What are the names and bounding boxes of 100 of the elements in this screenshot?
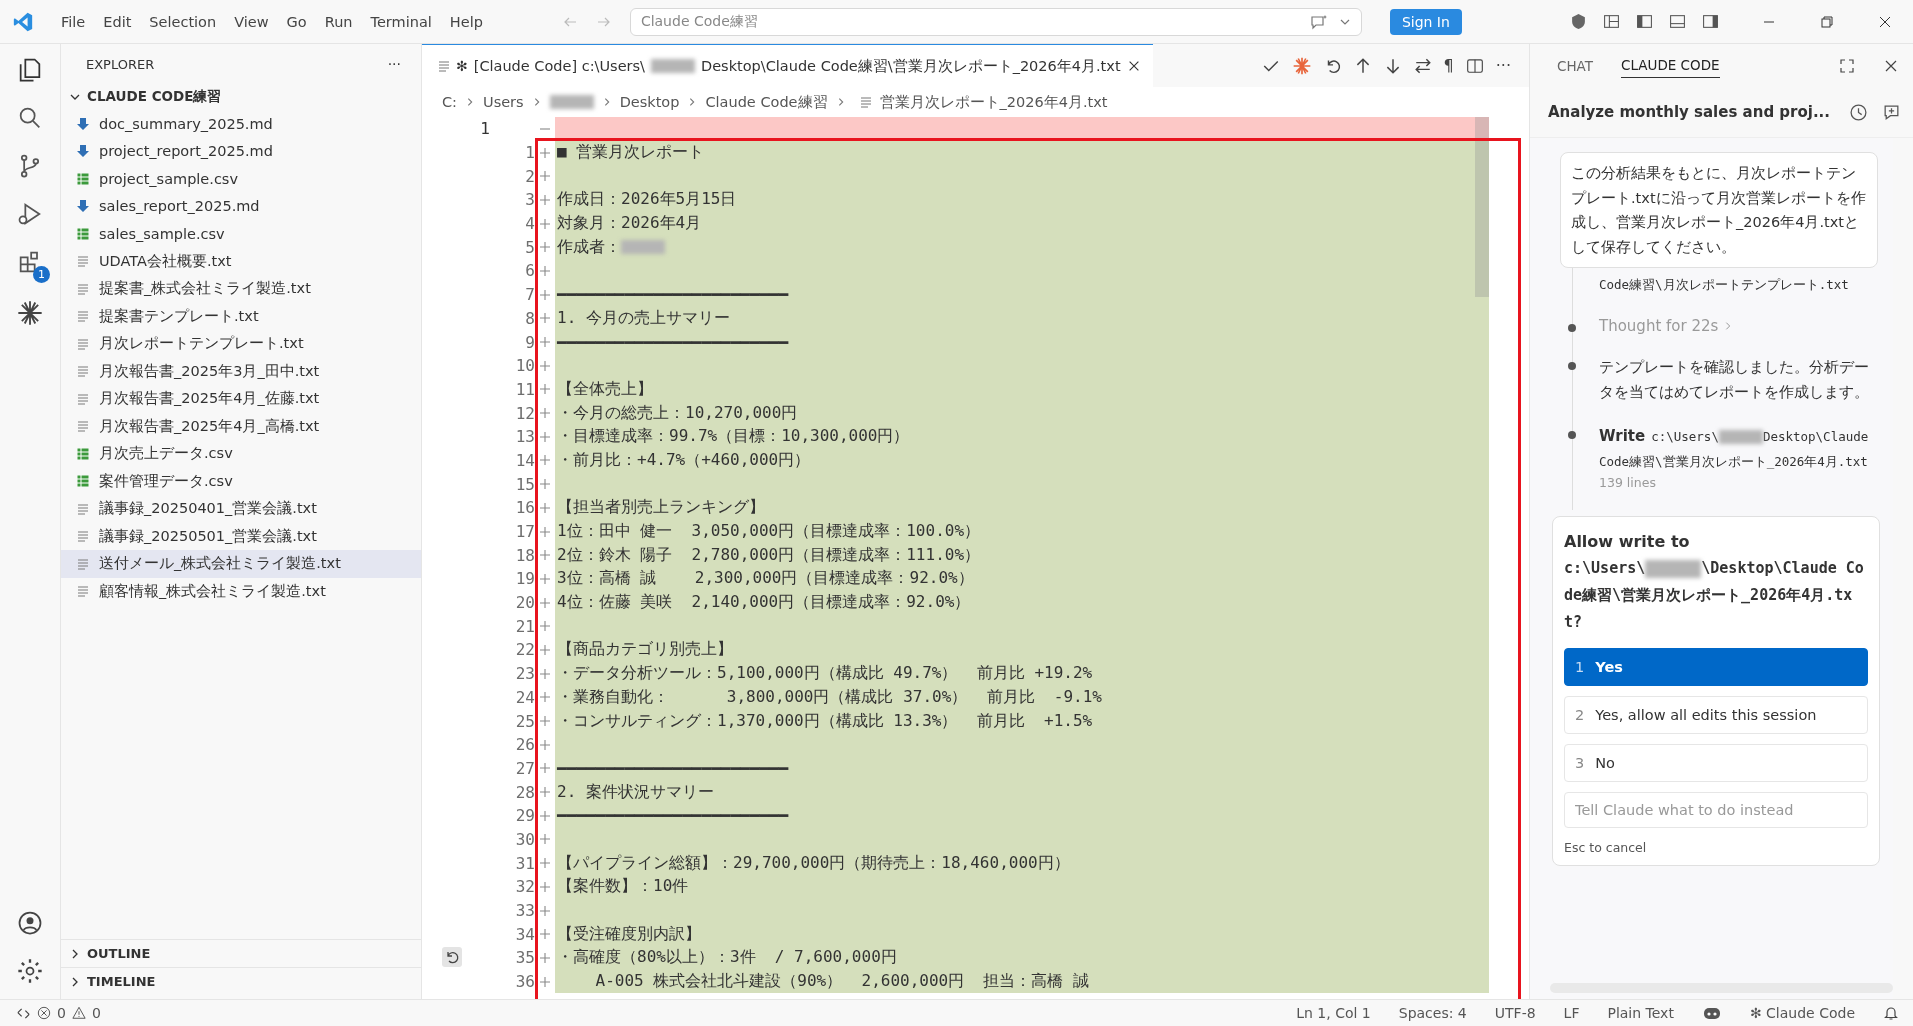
plus-icon [539, 572, 551, 585]
explorer-entry[interactable]: sales_report_2025.md [61, 192, 421, 220]
lines-icon [77, 282, 89, 295]
status-item[interactable]: Ln 1, Col 1 [1296, 1005, 1371, 1021]
plus-icon [539, 454, 551, 467]
toggle-secondary-sidebar-icon[interactable] [1702, 13, 1719, 30]
status-item[interactable]: Spaces: 4 [1398, 1005, 1467, 1021]
breadcrumb-item[interactable]: Desktop [619, 94, 680, 110]
chat-sparkle-icon[interactable] [1308, 13, 1329, 30]
explorer-entry[interactable]: 議事録_20250501_営業会議.txt [61, 522, 421, 550]
status-item[interactable]: UTF-8 [1494, 1005, 1536, 1021]
scrollbar[interactable] [1475, 117, 1489, 297]
explorer-entry[interactable]: project_sample.csv [61, 165, 421, 193]
account-icon[interactable] [16, 909, 44, 937]
panel-section-header[interactable]: OUTLINE [61, 939, 421, 967]
editor-tab[interactable]: ✻ [Claude Code] c:\Users\ Desktop\Claude Code練習\営業月次レポート_2026年4月.txt [422, 43, 1153, 88]
plus-icon [539, 786, 551, 799]
error-count[interactable]: 0 [57, 1005, 66, 1021]
layout-icon[interactable] [1603, 13, 1620, 30]
explorer-entry[interactable]: 月次報告書_2025年4月_高橋.txt [61, 412, 421, 440]
folder-item[interactable]: CLAUDE CODE練習 [61, 84, 421, 110]
table-icon [77, 227, 89, 240]
asterisk-icon[interactable] [16, 299, 44, 327]
menu-item[interactable]: Run [315, 13, 362, 30]
panel-section-header[interactable]: TIMELINE [61, 967, 421, 995]
whitespace-toggle[interactable]: ¶ [1443, 56, 1454, 75]
more-actions-button[interactable]: ··· [387, 56, 401, 72]
lines-icon [77, 310, 89, 323]
line-number: 11 [514, 379, 535, 399]
file-path: Code練習\月次レポートテンプレート.txt [1599, 277, 1849, 292]
explorer-entry[interactable]: 案件管理データ.csv [61, 467, 421, 495]
status-item[interactable]: ✻ Claude Code [1749, 1005, 1855, 1021]
line-number: 5 [524, 237, 535, 257]
explorer-entry[interactable]: project_report_2025.md [61, 137, 421, 165]
plus-icon [539, 857, 551, 870]
plus-icon [539, 975, 551, 988]
explorer-entry[interactable]: 提案書_株式会社ミライ製造.txt [61, 275, 421, 303]
explorer-entry[interactable]: doc_summary_2025.md [61, 110, 421, 138]
explorer-entry[interactable]: sales_sample.csv [61, 220, 421, 248]
option-button[interactable]: 2 Yes, allow all edits this session [1564, 696, 1868, 734]
plus-icon [539, 217, 551, 230]
sign-in-button[interactable]: Sign In [1389, 8, 1462, 35]
menu-item[interactable]: Terminal [361, 13, 441, 30]
plus-icon [539, 928, 551, 941]
line-number: 7 [524, 285, 535, 305]
explorer-entry[interactable]: UDATA会社概要.txt [61, 247, 421, 275]
more-actions-button[interactable]: ··· [1495, 56, 1511, 75]
line-number: 24 [514, 687, 535, 707]
instruction-input[interactable]: Tell Claude what to do instead [1564, 792, 1868, 828]
breadcrumb-item[interactable]: Users [483, 94, 524, 110]
shield-icon[interactable] [1570, 13, 1587, 30]
table-icon [77, 475, 89, 488]
plus-icon [539, 951, 551, 964]
bell-icon[interactable] [1883, 1005, 1899, 1021]
command-center-field[interactable]: Claude Code練習 [629, 7, 1362, 36]
line-number: 17 [514, 522, 535, 542]
status-item[interactable]: Plain Text [1607, 1005, 1674, 1021]
panel-tab[interactable]: CLAUDE CODE [1621, 53, 1720, 78]
menu-item[interactable]: Edit [94, 13, 141, 30]
chevron-icon [465, 97, 475, 107]
swap-icon[interactable] [1413, 56, 1432, 75]
lines-icon [77, 502, 89, 515]
menu-item[interactable]: File [52, 13, 95, 30]
explorer-entry[interactable]: 月次売上データ.csv [61, 440, 421, 468]
line-number: 4 [524, 214, 535, 234]
warning-count[interactable]: 0 [91, 1005, 101, 1021]
explorer-entry[interactable]: 月次報告書_2025年3月_田中.txt [61, 357, 421, 385]
line-number: 18 [514, 545, 535, 565]
explorer-entry[interactable]: 顧客情報_株式会社ミライ製造.txt [61, 577, 421, 605]
explorer-entry[interactable]: 議事録_20250401_営業会議.txt [61, 495, 421, 523]
option-button[interactable]: 1 Yes [1564, 648, 1868, 686]
lines-icon [438, 60, 450, 72]
copilot-icon[interactable] [1701, 1005, 1722, 1021]
error-icon [37, 1006, 51, 1020]
menu-item[interactable]: Help [440, 13, 492, 30]
toggle-panel-icon[interactable] [1669, 13, 1686, 30]
line-number: 19 [514, 569, 535, 589]
menu-item[interactable]: View [225, 13, 278, 30]
explorer-entry[interactable]: 送付メール_株式会社ミライ製造.txt [61, 550, 421, 578]
menu-item[interactable]: Selection [140, 13, 226, 30]
line-number: 3 [524, 190, 535, 210]
split-editor-icon[interactable] [1465, 56, 1484, 75]
maximize-icon[interactable] [1839, 57, 1855, 74]
explorer-entry[interactable]: 提案書テンプレート.txt [61, 302, 421, 330]
panel-tab[interactable]: CHAT [1557, 53, 1593, 78]
undo-icon[interactable] [442, 947, 462, 967]
explorer-entry[interactable]: 月次レポートテンプレート.txt [61, 330, 421, 358]
explorer-entry[interactable]: 月次報告書_2025年4月_佐藤.txt [61, 385, 421, 413]
settings-icon[interactable] [16, 957, 44, 985]
line-number: 10 [514, 356, 535, 376]
redaction-mark [549, 95, 594, 109]
breadcrumb-item[interactable]: Claude Code練習 [705, 92, 828, 112]
toggle-sidebar-icon[interactable] [1636, 13, 1653, 30]
menu-item[interactable]: Go [277, 13, 316, 30]
breadcrumb-item[interactable]: C: [442, 94, 457, 110]
status-item[interactable]: LF [1563, 1005, 1580, 1021]
history-icon[interactable] [1849, 102, 1868, 122]
restore-icon[interactable] [1819, 13, 1835, 30]
breadcrumb-item[interactable]: 営業月次レポート_2026年4月.txt [859, 92, 1108, 112]
option-button[interactable]: 3 No [1564, 744, 1868, 782]
